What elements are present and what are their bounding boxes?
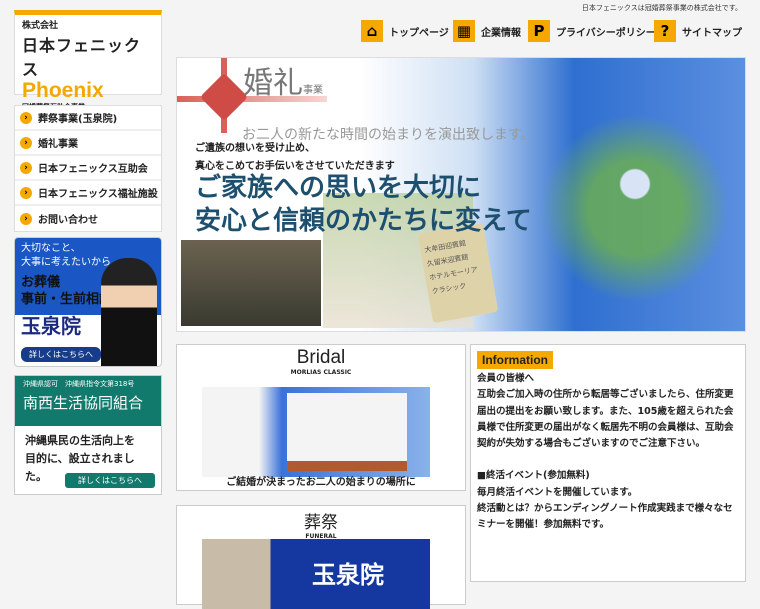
church-photo <box>287 393 407 471</box>
nav-sitemap[interactable]: ? サイトマップ <box>654 20 742 42</box>
info-text: 互助会ご加入時の住所から転居等ございましたら、住所変更届出の提出をお願い致します… <box>477 389 734 450</box>
chevron-right-icon: › <box>20 161 32 174</box>
sidebar-item-label: 婚礼事業 <box>38 139 78 150</box>
hero-title-small: 事業 <box>303 85 323 96</box>
banner-text: 大切なこと、 <box>21 243 81 254</box>
logo-name-en: Phoenix <box>22 79 104 102</box>
home-icon: ⌂ <box>361 20 383 42</box>
sidebar-item-contact[interactable]: › お問い合わせ <box>15 206 161 231</box>
sidebar-item-label: 日本フェニックス福祉施設 <box>38 189 158 200</box>
info-text: ■終活イベント(参加無料) <box>477 470 590 482</box>
nav-label: サイトマップ <box>682 27 742 39</box>
company-logo[interactable]: 株式会社 日本フェニックス Phoenix 冠婚葬祭互助会事業 <box>14 10 162 111</box>
nav-label: トップページ <box>389 27 449 39</box>
sidebar-item-funeral[interactable]: › 葬祭事業(玉泉院) <box>15 106 161 131</box>
logo-name-jp: 日本フェニックス <box>22 36 142 79</box>
chevron-right-icon: › <box>20 186 32 199</box>
chevron-right-icon: › <box>20 136 32 149</box>
nav-top-page[interactable]: ⌂ トップページ <box>361 20 449 42</box>
coop-banner[interactable]: 沖縄県認可 沖縄県指令文第318号 南西生活協同組合 沖縄県民の生活向上を 目的に、… <box>14 375 162 495</box>
nav-label: プライバシーポリシー <box>556 27 656 39</box>
hero-title-main: 婚礼 <box>243 66 303 101</box>
funeral-card[interactable]: 葬祭 FUNERAL 玉泉院 <box>176 505 466 609</box>
nav-company-info[interactable]: ▦ 企業情報 <box>453 20 521 42</box>
info-text: 終活動とは？からエンディングノート作成実践まで様々なセミナーを開催！参加無料です… <box>477 503 733 531</box>
chevron-right-icon: › <box>20 212 32 225</box>
building-icon: ▦ <box>453 20 475 42</box>
hero-headline: ご家族への思いを大切に <box>195 173 482 203</box>
logo-company: 株式会社 <box>22 21 59 31</box>
funeral-title: 葬祭 <box>304 513 338 533</box>
chevron-right-icon: › <box>20 111 32 124</box>
bridal-caption: ご結婚が決まったお二人の始まりの場所に <box>226 477 416 488</box>
hero-headline: 安心と信頼のかたちに変えて <box>195 206 532 236</box>
bridal-title: Bridal <box>296 347 346 368</box>
banner-title: 南西生活協同組合 <box>23 394 144 412</box>
woman-photo <box>101 258 157 366</box>
parking-p-icon: P <box>528 20 550 42</box>
funeral-hall-image: 玉泉院 <box>202 539 430 609</box>
sidebar-item-label: 葬祭事業(玉泉院) <box>38 114 118 125</box>
nav-label: 企業情報 <box>481 27 521 39</box>
information-heading: Information <box>477 351 553 369</box>
consultation-banner[interactable]: 大切なこと、 大事に考えたいから… お葬儀 事前・生前相談 玉泉院 詳しくはこちらへ <box>14 237 162 367</box>
details-button[interactable]: 詳しくはこちらへ <box>65 473 155 488</box>
sidebar-item-label: 日本フェニックス互助会 <box>38 164 148 175</box>
hero-text: ご遺族の想いを受け止め、 <box>195 143 315 154</box>
sidebar-item-welfare[interactable]: › 日本フェニックス福祉施設 <box>15 181 161 206</box>
sidebar-item-label: お問い合わせ <box>38 215 98 226</box>
header-tagline: 日本フェニックスは冠婚葬祭事業の株式会社です。 <box>581 4 742 12</box>
banner-text: 沖縄県民の生活向上を <box>25 434 135 447</box>
info-text: 毎月終活イベントを開催しています。 <box>477 486 638 498</box>
flowers-image <box>535 88 735 328</box>
sidebar-item-mutual-aid[interactable]: › 日本フェニックス互助会 <box>15 156 161 181</box>
information-panel: Information 会員の皆様へ 互助会ご加入時の住所から転居等ございました… <box>470 344 746 582</box>
nav-privacy-policy[interactable]: P プライバシーポリシー <box>528 20 656 42</box>
banquet-photo <box>181 240 321 326</box>
funeral-brand: 玉泉院 <box>312 560 384 589</box>
sidebar-menu: › 葬祭事業(玉泉院) › 婚礼事業 › 日本フェニックス互助会 › 日本フェニックス福… <box>14 105 162 232</box>
banner-license: 沖縄県認可 沖縄県指令文第318号 <box>23 380 135 388</box>
info-text: 会員の皆様へ <box>477 373 535 384</box>
hero-banner[interactable]: 婚礼事業 お二人の新たな時間の始まりを演出致します。 大牟田迎賓館 久留米迎賓館ホ… <box>176 57 746 332</box>
bridal-subtitle: MORLIAS CLASSIC <box>290 369 352 376</box>
question-icon: ? <box>654 20 676 42</box>
sidebar-item-wedding[interactable]: › 婚礼事業 <box>15 131 161 156</box>
details-button[interactable]: 詳しくはこちらへ <box>21 347 101 362</box>
hero-title: 婚礼事業 <box>243 58 323 102</box>
ribbon-bow-icon <box>199 72 249 122</box>
bridal-card[interactable]: Bridal MORLIAS CLASSIC ご結婚が決まったお二人の始まりの場… <box>176 344 466 491</box>
